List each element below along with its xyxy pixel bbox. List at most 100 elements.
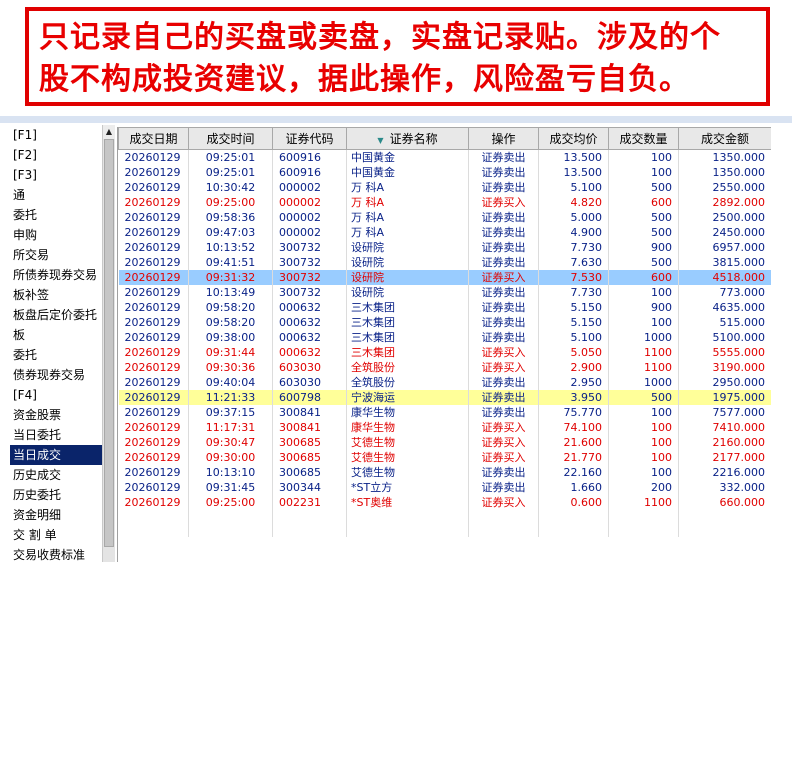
- trade-action-cell: 证券买入: [468, 345, 539, 360]
- sidebar-item[interactable]: [F1]: [10, 125, 104, 145]
- trade-amount-cell: 5100.000: [678, 330, 771, 345]
- sidebar-item[interactable]: 所交易: [10, 245, 104, 265]
- sidebar-item[interactable]: 历史成交: [10, 465, 104, 485]
- column-header-time[interactable]: 成交时间: [188, 127, 273, 150]
- trade-amount-cell: 7410.000: [678, 420, 771, 435]
- table-row[interactable]: 20260129 09:31:44 000632 三木集团 证券买入 5.050 1100 5…: [118, 345, 771, 360]
- table-row[interactable]: 20260129 09:58:36 000002 万 科A 证券卖出 5.000 500 25…: [118, 210, 771, 225]
- avg-price-cell: 5.150: [538, 300, 609, 315]
- sidebar-item[interactable]: 资金股票: [10, 405, 104, 425]
- trade-action-cell: 证券卖出: [468, 240, 539, 255]
- table-row[interactable]: 20260129 09:37:15 300841 康华生物 证券卖出 75.770 100 7…: [118, 405, 771, 420]
- table-row[interactable]: 20260129 10:13:10 300685 艾德生物 证券卖出 22.160 100 2…: [118, 465, 771, 480]
- scroll-up-icon[interactable]: ▲: [103, 125, 115, 139]
- trade-date-cell: 20260129: [118, 255, 189, 270]
- table-row[interactable]: 20260129 09:30:00 300685 艾德生物 证券买入 21.770 100 2…: [118, 450, 771, 465]
- trade-time-cell: 10:13:52: [188, 240, 273, 255]
- security-code-cell: 603030: [272, 375, 347, 390]
- trade-time-cell: 09:31:45: [188, 480, 273, 495]
- sidebar-item[interactable]: 交易收费标准: [10, 545, 104, 565]
- security-name-cell: *ST立方: [346, 480, 469, 495]
- trade-time-cell: 09:31:44: [188, 345, 273, 360]
- table-row[interactable]: 20260129 09:30:47 300685 艾德生物 证券买入 21.600 100 2…: [118, 435, 771, 450]
- table-row[interactable]: 20260129 09:25:01 600916 中国黄金 证券卖出 13.500 100 1…: [118, 165, 771, 180]
- security-name-cell: 艾德生物: [346, 435, 469, 450]
- column-header-amount[interactable]: 成交金额: [678, 127, 771, 150]
- sidebar-item[interactable]: [F2]: [10, 145, 104, 165]
- table-row[interactable]: 20260129 10:13:49 300732 设研院 证券卖出 7.730 100 773…: [118, 285, 771, 300]
- trade-time-cell: 09:25:00: [188, 195, 273, 210]
- table-row[interactable]: 20260129 09:31:32 300732 设研院 证券买入 7.530 600 451…: [118, 270, 771, 285]
- trade-qty-cell: 100: [608, 315, 679, 330]
- table-row[interactable]: 20260129 09:30:36 603030 全筑股份 证券买入 2.900 1100 3…: [118, 360, 771, 375]
- table-body: 20260129 09:25:01 600916 中国黄金 证券卖出 13.500 100 1…: [118, 149, 771, 537]
- sidebar-item[interactable]: 委托: [10, 205, 104, 225]
- sidebar-item[interactable]: 当日委托: [10, 425, 104, 445]
- trade-qty-cell: 600: [608, 270, 679, 285]
- security-name-cell: 万 科A: [346, 195, 469, 210]
- trade-action-cell: 证券买入: [468, 360, 539, 375]
- trade-date-cell: 20260129: [118, 165, 189, 180]
- table-row[interactable]: 20260129 11:17:31 300841 康华生物 证券买入 74.100 100 7…: [118, 420, 771, 435]
- sidebar-item[interactable]: 通: [10, 185, 104, 205]
- sidebar-item[interactable]: [F4]: [10, 385, 104, 405]
- security-code-cell: 300685: [272, 435, 347, 450]
- table-row[interactable]: 20260129 09:25:00 000002 万 科A 证券买入 4.820 600 28…: [118, 195, 771, 210]
- column-header-code[interactable]: 证券代码: [272, 127, 347, 150]
- trade-time-cell: 09:40:04: [188, 375, 273, 390]
- trade-qty-cell: 1100: [608, 360, 679, 375]
- security-name-cell: 全筑股份: [346, 375, 469, 390]
- sidebar-item[interactable]: 资金明细: [10, 505, 104, 525]
- column-header-qty[interactable]: 成交数量: [608, 127, 679, 150]
- sidebar-scrollbar[interactable]: ▲: [102, 125, 115, 562]
- trade-amount-cell: 515.000: [678, 315, 771, 330]
- trade-amount-cell: 2450.000: [678, 225, 771, 240]
- trade-qty-cell: 500: [608, 390, 679, 405]
- trade-amount-cell: 7577.000: [678, 405, 771, 420]
- trade-date-cell: 20260129: [118, 225, 189, 240]
- sidebar-item[interactable]: 板: [10, 325, 104, 345]
- sidebar-item[interactable]: [F3]: [10, 165, 104, 185]
- table-row[interactable]: 20260129 09:58:20 000632 三木集团 证券卖出 5.150 900 46…: [118, 300, 771, 315]
- sidebar-item[interactable]: 板补签: [10, 285, 104, 305]
- sidebar-item[interactable]: 债券现券交易: [10, 365, 104, 385]
- sidebar-item[interactable]: 申购: [10, 225, 104, 245]
- column-header-action[interactable]: 操作: [468, 127, 539, 150]
- table-row[interactable]: 20260129 09:38:00 000632 三木集团 证券卖出 5.100 1000 5…: [118, 330, 771, 345]
- sidebar-item[interactable]: 所债券现券交易: [10, 265, 104, 285]
- trade-action-cell: 证券卖出: [468, 225, 539, 240]
- trade-action-cell: 证券卖出: [468, 405, 539, 420]
- table-row[interactable]: 20260129 10:30:42 000002 万 科A 证券卖出 5.100 500 25…: [118, 180, 771, 195]
- toolbar-separator: [0, 116, 792, 123]
- column-header-price[interactable]: 成交均价: [538, 127, 609, 150]
- security-name-cell: 三木集团: [346, 300, 469, 315]
- table-row[interactable]: 20260129 09:25:01 600916 中国黄金 证券卖出 13.500 100 1…: [118, 149, 771, 165]
- trade-amount-cell: 2216.000: [678, 465, 771, 480]
- column-header-name-label: 证券名称: [389, 132, 438, 146]
- trade-action-cell: 证券买入: [468, 435, 539, 450]
- column-header-date[interactable]: 成交日期: [118, 127, 189, 150]
- table-row[interactable]: 20260129 09:41:51 300732 设研院 证券卖出 7.630 500 381…: [118, 255, 771, 270]
- sidebar-item[interactable]: 历史委托: [10, 485, 104, 505]
- security-code-cell: 300732: [272, 285, 347, 300]
- security-code-cell: 000002: [272, 225, 347, 240]
- table-row[interactable]: 20260129 09:47:03 000002 万 科A 证券卖出 4.900 500 24…: [118, 225, 771, 240]
- sidebar-item[interactable]: 交 割 单: [10, 525, 104, 545]
- scroll-thumb[interactable]: [104, 139, 114, 547]
- trade-date-cell: 20260129: [118, 315, 189, 330]
- avg-price-cell: 5.150: [538, 315, 609, 330]
- avg-price-cell: 4.900: [538, 225, 609, 240]
- table-row[interactable]: 20260129 11:21:33 600798 宁波海运 证券卖出 3.950 500 19…: [118, 390, 771, 405]
- avg-price-cell: 4.820: [538, 195, 609, 210]
- trade-date-cell: 20260129: [118, 465, 189, 480]
- column-header-name[interactable]: ▼ 证券名称: [346, 127, 469, 150]
- sidebar-item[interactable]: 板盘后定价委托: [10, 305, 104, 325]
- table-row[interactable]: 20260129 10:13:52 300732 设研院 证券卖出 7.730 900 695…: [118, 240, 771, 255]
- sidebar-item[interactable]: 委托: [10, 345, 104, 365]
- table-row[interactable]: 20260129 09:58:20 000632 三木集团 证券卖出 5.150 100 51…: [118, 315, 771, 330]
- trade-qty-cell: 1000: [608, 375, 679, 390]
- sidebar-item[interactable]: 当日成交: [10, 445, 104, 465]
- table-row[interactable]: 20260129 09:25:00 002231 *ST奥维 证券买入 0.600 1100…: [118, 495, 771, 510]
- table-row[interactable]: 20260129 09:31:45 300344 *ST立方 证券卖出 1.660 200 3…: [118, 480, 771, 495]
- table-row[interactable]: 20260129 09:40:04 603030 全筑股份 证券卖出 2.950 1000 2…: [118, 375, 771, 390]
